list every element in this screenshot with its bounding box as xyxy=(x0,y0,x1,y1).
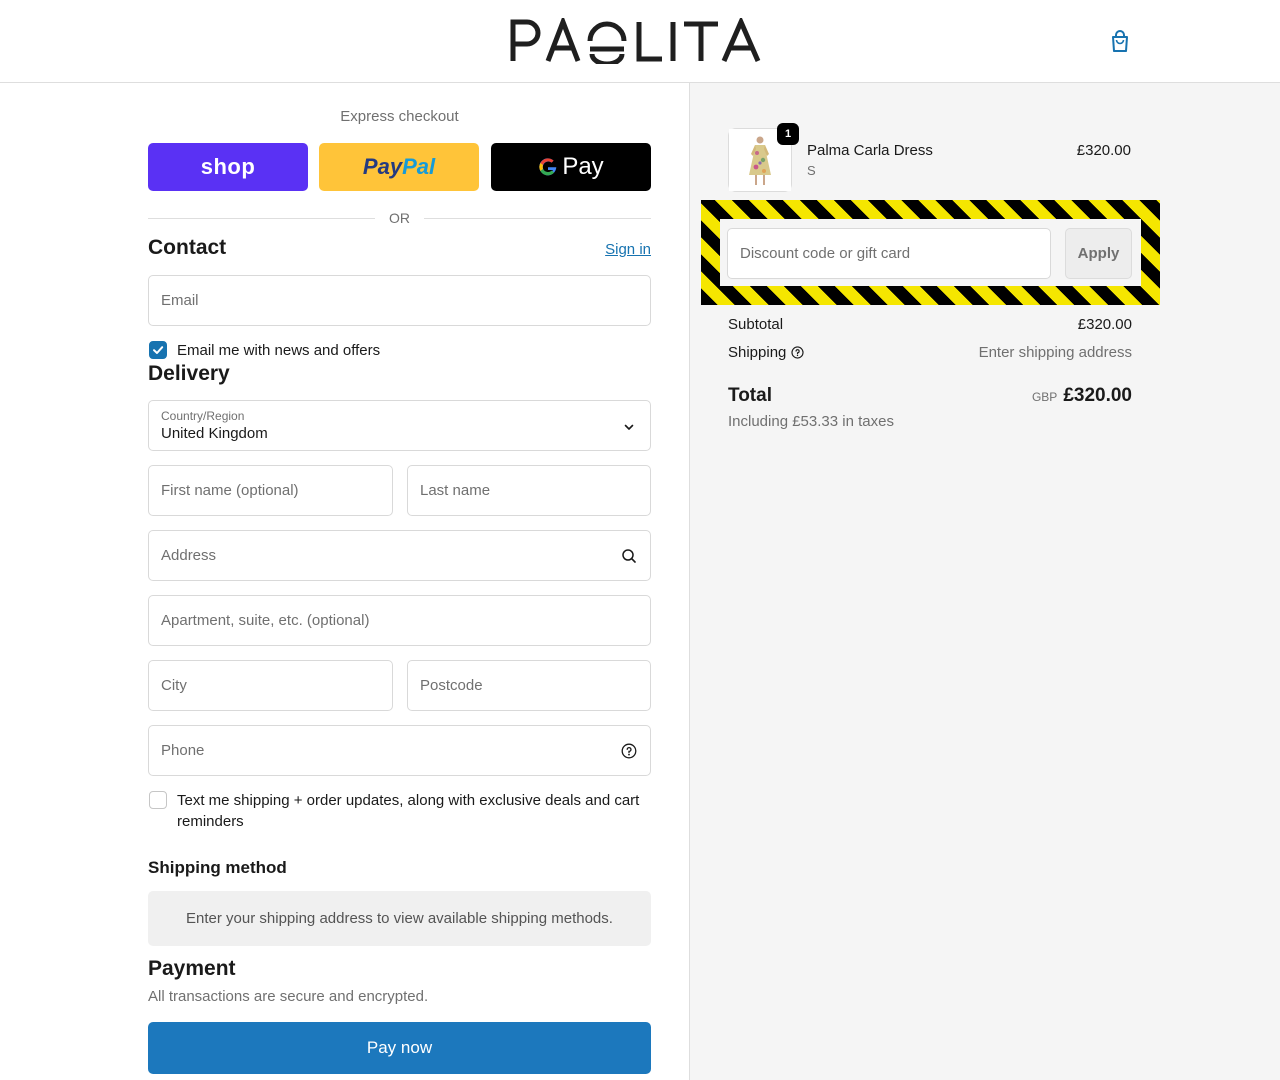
pay-now-button[interactable]: Pay now xyxy=(148,1022,651,1074)
product-name: Palma Carla Dress xyxy=(807,142,933,159)
google-pay-button[interactable]: Pay xyxy=(491,143,651,191)
country-value: United Kingdom xyxy=(161,425,268,442)
newsletter-checkbox[interactable] xyxy=(149,341,167,359)
postcode-placeholder: Postcode xyxy=(420,677,483,694)
delivery-heading: Delivery xyxy=(148,362,230,385)
shop-pay-button[interactable]: shop xyxy=(148,143,308,191)
discount-code-input[interactable]: Discount code or gift card xyxy=(727,228,1051,279)
paypal-pal-text: Pal xyxy=(402,154,436,179)
google-g-icon xyxy=(539,158,557,176)
city-field[interactable]: City xyxy=(148,660,393,711)
or-label: OR xyxy=(389,210,410,226)
total-value: £320.00 xyxy=(1063,385,1132,406)
shipping-value: Enter shipping address xyxy=(978,344,1132,361)
divider-line xyxy=(148,217,375,219)
paypal-button[interactable]: PayPal xyxy=(319,143,479,191)
product-price: £320.00 xyxy=(1076,142,1131,159)
last-name-placeholder: Last name xyxy=(420,482,491,499)
email-placeholder: Email xyxy=(161,292,199,309)
city-placeholder: City xyxy=(161,677,187,694)
shipping-row: Shipping xyxy=(728,344,804,361)
apartment-field[interactable]: Apartment, suite, etc. (optional) xyxy=(148,595,651,646)
shop-pay-label: shop xyxy=(200,154,256,179)
sms-label[interactable]: Text me shipping + order updates, along … xyxy=(177,790,647,832)
discount-placeholder: Discount code or gift card xyxy=(740,245,911,262)
apartment-placeholder: Apartment, suite, etc. (optional) xyxy=(161,612,370,629)
total-label: Total xyxy=(728,385,772,406)
total-value-row: GBP £320.00 xyxy=(931,385,1132,407)
shopping-bag-icon xyxy=(1112,30,1128,52)
paypal-pay-text: Pay xyxy=(362,154,403,179)
shipping-method-heading: Shipping method xyxy=(148,858,287,877)
phone-field[interactable]: Phone xyxy=(148,725,651,776)
quantity-badge: 1 xyxy=(777,123,799,145)
divider-line xyxy=(424,217,651,219)
checkmark-icon xyxy=(153,346,164,354)
subtotal-value: £320.00 xyxy=(1077,316,1132,333)
country-select[interactable]: Country/Region United Kingdom xyxy=(148,400,651,451)
newsletter-label[interactable]: Email me with news and offers xyxy=(177,340,380,361)
sign-in-link[interactable]: Sign in xyxy=(560,241,651,258)
last-name-field[interactable]: Last name xyxy=(407,465,651,516)
country-label: Country/Region xyxy=(161,409,245,423)
shipping-method-notice: Enter your shipping address to view avai… xyxy=(148,891,651,946)
search-icon xyxy=(622,549,636,563)
first-name-field[interactable]: First name (optional) xyxy=(148,465,393,516)
payment-heading: Payment xyxy=(148,957,236,980)
postcode-field[interactable]: Postcode xyxy=(407,660,651,711)
or-divider: OR xyxy=(148,208,651,228)
address-placeholder: Address xyxy=(161,547,217,564)
google-pay-label: Pay xyxy=(562,153,604,180)
currency-code: GBP xyxy=(1031,390,1058,404)
email-field[interactable]: Email xyxy=(148,275,651,326)
payment-secure-note: All transactions are secure and encrypte… xyxy=(148,988,429,1005)
contact-heading: Contact xyxy=(148,236,227,259)
apply-discount-button[interactable]: Apply xyxy=(1065,228,1132,279)
address-field[interactable]: Address xyxy=(148,530,651,581)
phone-placeholder: Phone xyxy=(161,742,205,759)
help-circle-icon[interactable] xyxy=(791,346,804,359)
paypal-logo: PayPal xyxy=(363,154,435,180)
page-header xyxy=(0,0,1280,83)
first-name-placeholder: First name (optional) xyxy=(161,482,299,499)
subtotal-label: Subtotal xyxy=(728,316,784,333)
express-checkout-label: Express checkout xyxy=(340,108,459,125)
taxes-note: Including £53.33 in taxes xyxy=(728,413,894,430)
sms-checkbox[interactable] xyxy=(149,791,167,809)
help-circle-icon[interactable] xyxy=(621,743,637,759)
cart-button[interactable] xyxy=(1106,27,1134,55)
product-variant: S xyxy=(807,163,816,178)
shipping-label: Shipping xyxy=(728,344,787,361)
chevron-down-icon xyxy=(624,424,634,430)
brand-logo[interactable] xyxy=(510,18,762,64)
